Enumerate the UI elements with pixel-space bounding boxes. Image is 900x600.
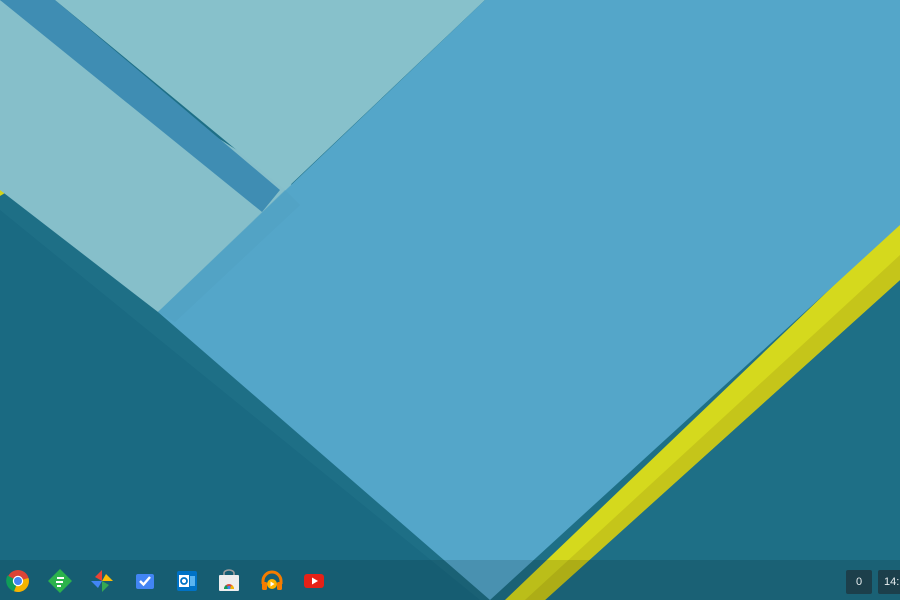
inbox-app-button[interactable] bbox=[130, 566, 160, 596]
feedly-app-button[interactable] bbox=[45, 566, 75, 596]
google-photos-icon bbox=[91, 570, 113, 592]
outlook-app-button[interactable] bbox=[172, 566, 202, 596]
inbox-icon bbox=[136, 574, 154, 589]
notification-count[interactable]: 0 bbox=[846, 570, 872, 594]
web-store-icon bbox=[219, 569, 239, 591]
chrome-icon bbox=[6, 570, 29, 593]
chrome-app-button[interactable] bbox=[3, 566, 33, 596]
youtube-app-button[interactable] bbox=[299, 566, 329, 596]
clock[interactable]: 14: bbox=[878, 570, 900, 594]
google-photos-app-button[interactable] bbox=[87, 566, 117, 596]
desktop: 0 14: bbox=[0, 0, 900, 600]
wallpaper bbox=[0, 0, 900, 600]
play-music-icon bbox=[261, 570, 283, 590]
outlook-icon bbox=[177, 571, 197, 591]
feedly-icon bbox=[48, 569, 72, 593]
youtube-icon bbox=[304, 574, 324, 588]
web-store-app-button[interactable] bbox=[214, 566, 244, 596]
play-music-app-button[interactable] bbox=[257, 566, 287, 596]
